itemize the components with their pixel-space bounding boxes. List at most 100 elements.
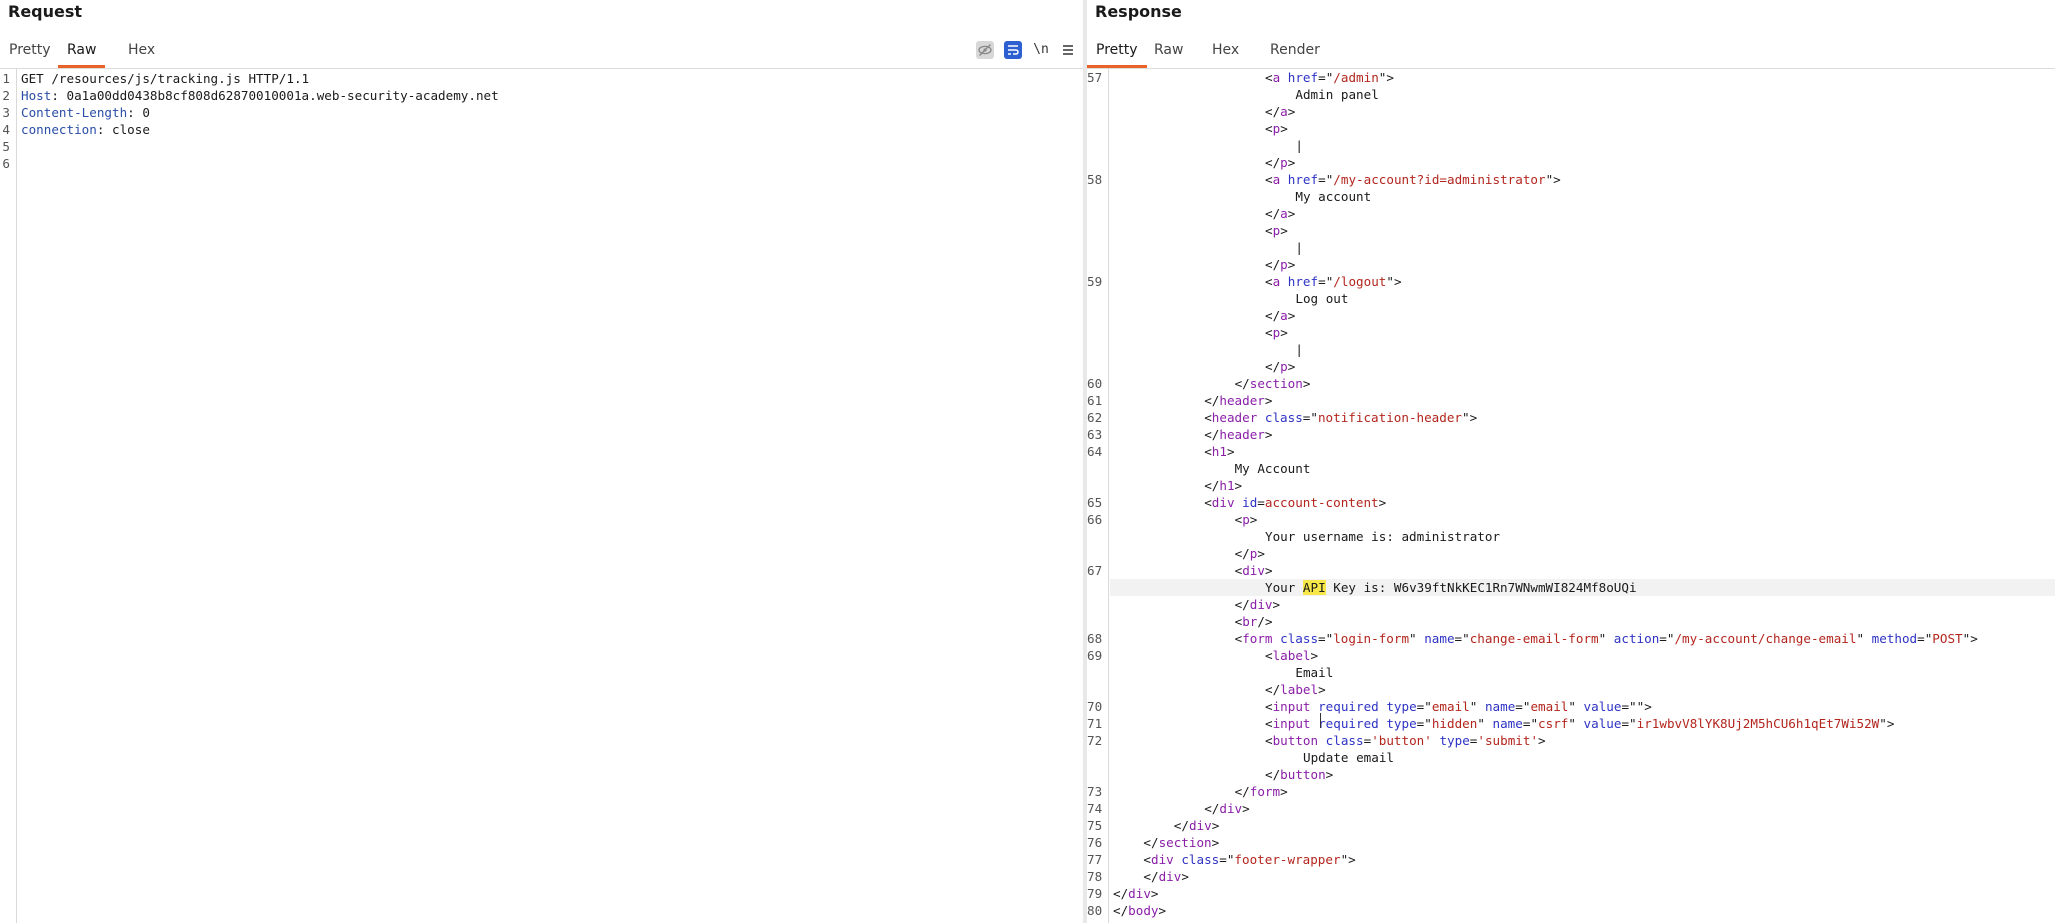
request-editor[interactable]: 1 GET /resources/js/tracking.js HTTP/1.1 2… [0,69,1083,923]
code-token-punc: < [1265,121,1273,136]
code-token-punc: </ [1113,886,1129,901]
code-token-val: change-email-form [1469,631,1599,646]
code-token-punc: =" [1416,699,1432,714]
code-token-tag: p [1280,257,1288,272]
code-token-punc: </ [1265,308,1281,323]
code-token-punc: > [1249,512,1258,527]
line-number: 66 [1087,512,1103,527]
line-number: 61 [1087,393,1103,408]
code-line: </div> [1087,596,2055,613]
code-text: <a href="/my-account?id=administrator"> [1265,171,1561,188]
code-token-punc: </ [1204,427,1220,442]
code-text: </section> [1235,375,1311,392]
code-token-punc: =" [1318,631,1334,646]
code-token-plain: | [1295,138,1303,153]
code-token-punc: </ [1234,784,1250,799]
code-line: 70 <input required type="email" name="ema… [1087,698,2055,715]
line-number: 69 [1087,648,1103,663]
code-token-tag: h1 [1211,444,1227,459]
code-token-attr: value [1575,699,1622,714]
code-token-attr: class [1272,631,1319,646]
response-tab-raw[interactable]: Raw [1145,34,1192,66]
code-token-val: csrf [1538,716,1569,731]
code-line: 61 </header> [1087,392,2055,409]
code-token-plain: Email [1295,665,1334,680]
code-line: 78 </div> [1087,868,2055,885]
code-token-tag: div [1219,801,1243,816]
line-number: 63 [1087,427,1103,442]
code-token-tag: label [1280,682,1319,697]
code-line: </p> [1087,358,2055,375]
code-line: 4 connection: close [0,121,1083,138]
code-line: </p> [1087,256,2055,273]
code-line: </p> [1087,545,2055,562]
code-token-punc: > [1211,818,1220,833]
code-token-punc: > [1211,835,1220,850]
code-line: 57 <a href="/admin"> [1087,69,2055,86]
code-token-punc: </ [1265,359,1281,374]
line-number: 59 [1087,274,1103,289]
code-token-tag: section [1249,376,1303,391]
code-token-punc: =" [1318,274,1334,289]
code-token-punc: =" [1522,716,1539,731]
code-text: </h1> [1204,477,1242,494]
code-token-plain: Key is: W6v39ftNkKEC1Rn7WNwmWI824Mf8oUQi [1325,580,1637,595]
response-editor[interactable]: 57 <a href="/admin"> Admin panel </a> <p> | </… [1087,69,2055,923]
code-text: </a> [1265,103,1295,120]
request-tab-pretty[interactable]: Pretty [0,34,60,66]
code-token-tag: h1 [1219,478,1235,493]
code-token-val: email [1530,699,1569,714]
request-tab-hex[interactable]: Hex [119,34,164,66]
code-token-punc: > [1264,563,1273,578]
code-token-val: hidden [1431,716,1478,731]
code-text: Email [1295,664,1333,681]
request-tab-raw[interactable]: Raw [58,34,106,68]
code-token-punc: > [1226,444,1235,459]
code-token-val: /my-account?id=administrator [1333,172,1546,187]
code-token-attr: class [1318,733,1364,748]
code-token-punc: "> [1462,410,1478,425]
newline-toggle[interactable]: \n [1031,40,1051,60]
code-text: My Account [1235,460,1311,477]
code-line: 67 <div> [1087,562,2055,579]
code-token-punc: </ [1234,597,1250,612]
code-text: Your API Key is: W6v39ftNkKEC1Rn7WNwmWI8… [1265,579,1637,596]
code-text: connection: close [21,121,150,138]
code-token-val: /logout [1333,274,1387,289]
code-line: Email [1087,664,2055,681]
code-text: </div> [1113,885,1159,902]
code-text: <p> [1265,120,1288,137]
code-line: My Account [1087,460,2055,477]
line-number: 73 [1087,784,1103,799]
response-tab-hex[interactable]: Hex [1203,34,1248,66]
hamburger-menu-icon[interactable] [1058,40,1078,60]
code-token-punc: =" [1515,699,1531,714]
code-token-mark: API [1302,580,1326,595]
response-tab-pretty[interactable]: Pretty [1087,34,1147,68]
response-tab-bar: Pretty Raw Hex Render [1087,34,2055,69]
word-wrap-icon[interactable] [1003,40,1023,60]
line-number: 65 [1087,495,1103,510]
code-token-punc: < [1265,325,1273,340]
code-line: Your API Key is: W6v39ftNkKEC1Rn7WNwmWI8… [1110,579,2055,596]
code-token-tag: a [1280,206,1288,221]
request-gutter-divider [16,69,17,923]
code-token-val: 'button' [1371,733,1432,748]
code-token-plain: | [1295,240,1303,255]
code-token-punc: /> [1257,614,1273,629]
code-line: 66 <p> [1087,511,2055,528]
code-line: 3 Content-Length: 0 [0,104,1083,121]
code-text: Host: 0a1a00dd0438b8cf808d62870010001a.w… [21,87,499,104]
code-text: <p> [1265,324,1288,341]
code-token-punc: </ [1265,104,1281,119]
code-token-punc: "> [1378,70,1394,85]
code-token-tag: div [1249,597,1273,612]
code-token-punc: < [1265,223,1273,238]
code-text: </p> [1265,154,1295,171]
eye-slash-icon[interactable] [975,40,995,60]
response-tab-render[interactable]: Render [1261,34,1329,66]
code-token-punc: < [1265,699,1273,714]
code-token-tag: div [1211,495,1235,510]
code-token-plain: Log out [1295,291,1349,306]
code-line: 58 <a href="/my-account?id=administrator"… [1087,171,2055,188]
